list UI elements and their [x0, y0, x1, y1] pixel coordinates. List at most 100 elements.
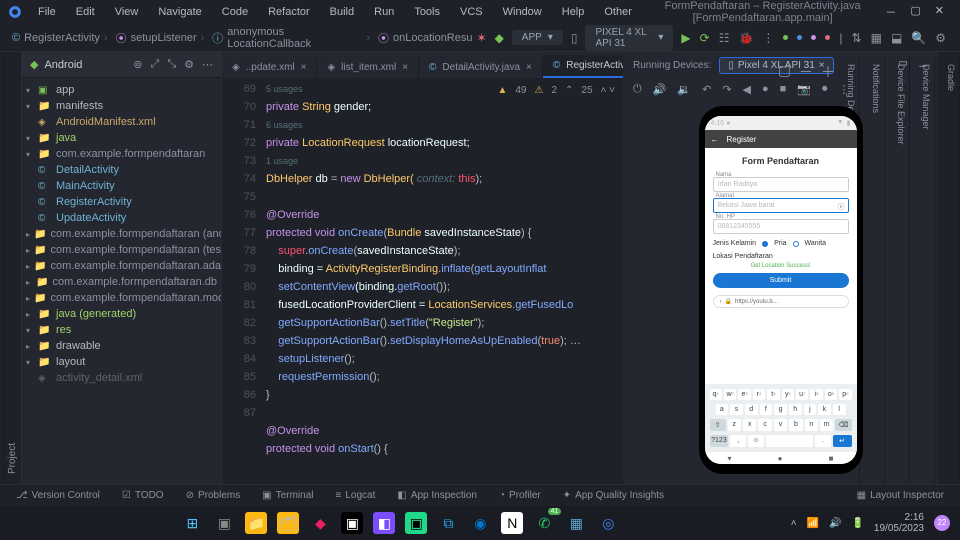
- key[interactable]: k: [818, 404, 831, 415]
- more-icon[interactable]: ⋯: [202, 58, 213, 71]
- vcs-pull-icon[interactable]: [783, 35, 788, 40]
- key[interactable]: c: [758, 419, 771, 431]
- compass-icon[interactable]: ✶: [477, 31, 487, 45]
- menu-build[interactable]: Build: [322, 4, 362, 20]
- comma-key[interactable]: ,: [730, 435, 746, 447]
- whatsapp-icon[interactable]: ✆: [533, 512, 555, 534]
- profiler-tab[interactable]: ◔Profiler: [491, 490, 549, 501]
- maximize-button[interactable]: ▢: [910, 4, 920, 20]
- alamat-field[interactable]: AlamatBekasi Jawa baratⓧ: [713, 198, 849, 213]
- nav-keyboard-icon[interactable]: ▾: [728, 454, 732, 463]
- enter-key[interactable]: ↵: [833, 435, 852, 447]
- logcat-tab[interactable]: ≡Logcat: [327, 490, 383, 501]
- rotate-right-icon[interactable]: ↷: [722, 83, 731, 96]
- run-icon[interactable]: ▶: [681, 31, 690, 45]
- menu-window[interactable]: Window: [495, 4, 550, 20]
- tree-res[interactable]: ▾📁res: [22, 322, 221, 338]
- target-icon[interactable]: ⊚: [133, 58, 142, 71]
- settings-icon[interactable]: ⚙: [935, 31, 946, 45]
- key[interactable]: w2: [724, 389, 736, 400]
- notif-badge[interactable]: 22: [934, 515, 950, 531]
- attach-icon[interactable]: 🐞: [738, 31, 753, 45]
- url-bar[interactable]: ›🔒https://youtu.b…: [713, 295, 849, 308]
- edge-icon[interactable]: ◉: [469, 512, 491, 534]
- project-tool[interactable]: Project: [3, 56, 21, 484]
- editor-tab-active[interactable]: ©RegisterActivity.java×: [543, 55, 623, 78]
- tree-class[interactable]: ©UpdateActivity: [22, 210, 221, 226]
- editor-tab[interactable]: ◈list_item.xml×: [317, 57, 419, 78]
- tree-pkg-test[interactable]: ▸📁com.example.formpendaftaran (test): [22, 242, 221, 258]
- menu-other[interactable]: Other: [596, 4, 640, 20]
- key[interactable]: o9: [825, 389, 837, 400]
- submit-button[interactable]: Submit: [713, 273, 849, 288]
- menu-navigate[interactable]: Navigate: [150, 4, 209, 20]
- device-tab[interactable]: ▯Pixel 4 XL API 31 ×: [719, 57, 833, 74]
- nav-home-icon[interactable]: ●: [778, 454, 783, 463]
- tree-class[interactable]: ©MainActivity: [22, 178, 221, 194]
- device-select[interactable]: PIXEL 4 XL API 31 ▾: [585, 25, 673, 51]
- key[interactable]: x: [743, 419, 756, 431]
- todo-tab[interactable]: ☑TODO: [114, 490, 172, 501]
- menu-view[interactable]: View: [107, 4, 147, 20]
- app-icon[interactable]: ◆: [309, 512, 331, 534]
- menu-refactor[interactable]: Refactor: [260, 4, 318, 20]
- run-config-select[interactable]: APP▾: [512, 30, 563, 45]
- search-icon[interactable]: 🔍: [911, 31, 926, 45]
- space-key[interactable]: [766, 435, 813, 447]
- tree-pkg-db[interactable]: ▸📁com.example.formpendaftaran.db: [22, 274, 221, 290]
- notifications-tool[interactable]: Notifications: [868, 56, 885, 484]
- power-icon[interactable]: ⏻: [633, 83, 642, 96]
- rotate-left-icon[interactable]: ↶: [702, 83, 711, 96]
- notion-icon[interactable]: N: [501, 512, 523, 534]
- key[interactable]: v: [774, 419, 787, 431]
- stop-icon[interactable]: [825, 35, 830, 40]
- avd-icon[interactable]: ▦: [871, 31, 882, 45]
- backspace-key[interactable]: ⌫: [835, 419, 851, 431]
- terminal-tab[interactable]: ▣Terminal: [254, 490, 321, 501]
- tree-pkg-adapter[interactable]: ▸📁com.example.formpendaftaran.adapte: [22, 258, 221, 274]
- nav-recent-icon[interactable]: ■: [829, 454, 834, 463]
- app-inspection-tab[interactable]: ◧App Inspection: [389, 490, 485, 501]
- key[interactable]: m: [820, 419, 833, 431]
- tree-pkg-andro[interactable]: ▸📁com.example.formpendaftaran (andro: [22, 226, 221, 242]
- tree-drawable[interactable]: ▸📁drawable: [22, 338, 221, 354]
- key[interactable]: y6: [782, 389, 794, 400]
- inspection-summary[interactable]: ▲49 ⚠2 ⌃25 ˄ ˅: [497, 82, 615, 100]
- layout-inspector-tab[interactable]: ▦Layout Inspector: [849, 490, 952, 501]
- tree-class[interactable]: ©RegisterActivity: [22, 194, 221, 210]
- emoji-key[interactable]: ☺: [748, 435, 764, 447]
- close-icon[interactable]: ×: [526, 62, 532, 73]
- sdk-icon[interactable]: ⬓: [891, 31, 902, 45]
- app-icon[interactable]: ◧: [373, 512, 395, 534]
- key[interactable]: z: [728, 419, 741, 431]
- android-studio-icon[interactable]: ◎: [597, 512, 619, 534]
- code-area[interactable]: 6970717273 7475767778 7980818283 8485868…: [222, 78, 623, 484]
- key[interactable]: h: [789, 404, 802, 415]
- key[interactable]: n: [805, 419, 818, 431]
- editor-tab[interactable]: ©DetailActivity.java×: [419, 57, 543, 78]
- volume-icon[interactable]: 🔊: [829, 518, 841, 529]
- breadcrumb[interactable]: ⦿ onLocationResu: [374, 30, 477, 46]
- gradle-tool[interactable]: Gradle: [943, 56, 960, 484]
- key[interactable]: q1: [710, 389, 722, 400]
- pycharm-icon[interactable]: ▣: [405, 512, 427, 534]
- key[interactable]: l: [833, 404, 846, 415]
- menu-run[interactable]: Run: [366, 4, 402, 20]
- dot-key[interactable]: .: [815, 435, 831, 447]
- expand-icon[interactable]: ⤢: [151, 58, 160, 71]
- key[interactable]: a: [716, 404, 729, 415]
- wifi-icon[interactable]: 📶: [807, 518, 819, 529]
- clear-icon[interactable]: ⓧ: [838, 202, 845, 212]
- back-icon[interactable]: ←: [711, 135, 719, 144]
- clock[interactable]: 2:1619/05/2023: [874, 512, 924, 534]
- key[interactable]: u7: [796, 389, 808, 400]
- minimize-button[interactable]: －: [885, 4, 896, 20]
- profile-icon[interactable]: ☷: [719, 31, 730, 45]
- app-quality-tab[interactable]: ✦App Quality Insights: [555, 490, 672, 501]
- menu-vcs[interactable]: VCS: [452, 4, 491, 20]
- key[interactable]: d: [745, 404, 758, 415]
- editor-tab[interactable]: ◈..pdate.xml×: [222, 57, 317, 78]
- tree-manifest-file[interactable]: ◈AndroidManifest.xml: [22, 114, 221, 130]
- tree-layout[interactable]: ▾📁layout: [22, 354, 221, 370]
- vcs-push-icon[interactable]: [811, 35, 816, 40]
